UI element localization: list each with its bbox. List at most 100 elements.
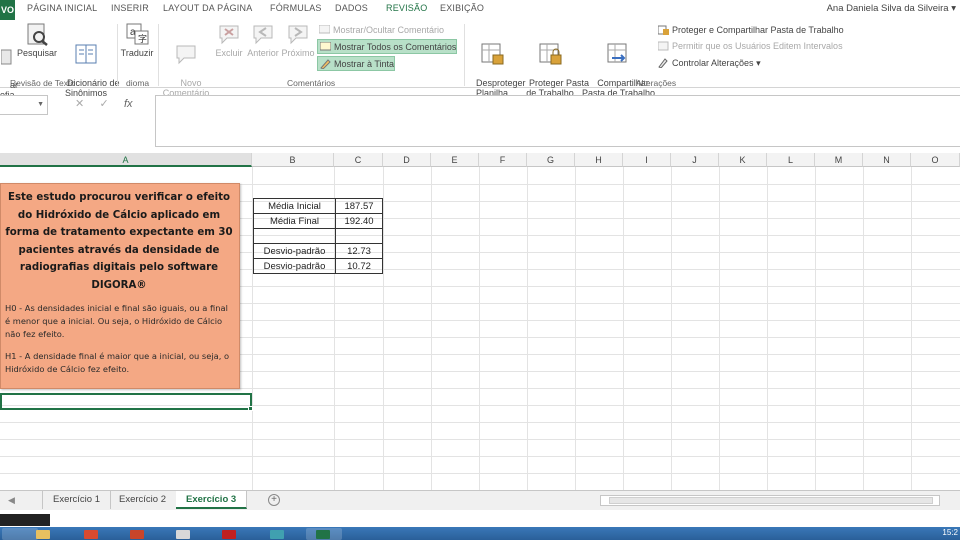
stat-value-cell[interactable]: 187.57 (335, 198, 383, 214)
grid-column-line (815, 167, 816, 490)
name-box[interactable]: ▼ (0, 95, 48, 115)
tab-insert[interactable]: INSERIR (111, 3, 149, 13)
column-header-f[interactable]: F (479, 153, 527, 167)
acrobat-icon[interactable] (222, 530, 236, 539)
protect-share-workbook-button[interactable]: Proteger e Compartilhar Pasta de Trabalh… (656, 23, 844, 38)
column-header-k[interactable]: K (719, 153, 767, 167)
stat-label-cell[interactable]: Desvio-padrão (253, 258, 336, 274)
group-divider (464, 24, 465, 86)
tab-home[interactable]: PÁGINA INICIAL (27, 3, 97, 13)
allow-edit-ranges-icon (658, 41, 669, 51)
column-header-m[interactable]: M (815, 153, 863, 167)
column-header-n[interactable]: N (863, 153, 911, 167)
allow-edit-ranges-button[interactable]: Permitir que os Usuários Editem Interval… (656, 39, 843, 54)
chevron-down-icon[interactable]: ▼ (37, 101, 44, 108)
stat-label-cell[interactable]: Média Inicial (253, 198, 336, 214)
column-header-c[interactable]: C (334, 153, 383, 167)
sheet-nav-icon[interactable]: ◀ (8, 495, 15, 506)
column-header-o[interactable]: O (911, 153, 960, 167)
grid-row-line (0, 439, 960, 440)
stat-label-cell[interactable] (253, 228, 336, 244)
active-cell[interactable] (0, 393, 252, 410)
sheet-tab-exercicio-1[interactable]: Exercício 1 (42, 491, 111, 509)
delete-comment-label: Excluir (215, 48, 243, 58)
column-header-g[interactable]: G (527, 153, 575, 167)
cell-comment[interactable]: Este estudo procurou verificar o efeito … (0, 183, 240, 389)
translate-button[interactable]: a 字 Traduzir (119, 22, 155, 58)
next-comment-label: Próximo (281, 48, 315, 58)
cancel-icon[interactable]: ✕ (75, 98, 84, 110)
translate-icon: a 字 (126, 23, 149, 45)
grid-column-line (623, 167, 624, 490)
comments-group-label: Comentários (287, 78, 336, 88)
table-row (253, 228, 383, 244)
column-header-h[interactable]: H (575, 153, 623, 167)
show-ink-label: Mostrar à Tinta (334, 59, 395, 69)
stat-value-cell[interactable]: 192.40 (335, 213, 383, 229)
insert-function-icon[interactable]: fx (124, 98, 133, 110)
show-hide-comment-button[interactable]: Mostrar/Ocultar Comentário (317, 23, 444, 38)
user-account[interactable]: Ana Daniela Silva da Silveira ▾ (827, 3, 956, 14)
windows-taskbar: 15:2 (0, 527, 960, 540)
start-button[interactable] (2, 528, 38, 540)
chrome-icon[interactable] (84, 530, 98, 539)
column-header-d[interactable]: D (383, 153, 431, 167)
excel-icon[interactable] (316, 530, 330, 539)
next-comment-icon (288, 25, 308, 45)
ribbon-tab-bar: VO PÁGINA INICIAL INSERIR LAYOUT DA PÁGI… (0, 0, 960, 20)
stat-label-cell[interactable]: Média Final (253, 213, 336, 229)
protect-share-label: Proteger e Compartilhar Pasta de Trabalh… (672, 25, 844, 35)
formula-input[interactable] (155, 95, 960, 147)
comment-hypothesis-h0: H0 - As densidades inicial e final são i… (5, 303, 228, 339)
explorer-icon[interactable] (36, 530, 50, 539)
grid-column-line (671, 167, 672, 490)
fill-handle[interactable] (248, 406, 253, 411)
app-icon[interactable] (270, 530, 284, 539)
research-button[interactable]: Pesquisar (17, 22, 57, 58)
sheet-tab-exercicio-3[interactable]: Exercício 3 (176, 491, 248, 509)
tab-data[interactable]: DADOS (335, 3, 368, 13)
show-all-comments-button[interactable]: Mostrar Todos os Comentários (317, 39, 458, 54)
group-divider (117, 24, 118, 86)
tab-view[interactable]: EXIBIÇÃO (440, 3, 484, 13)
comment-title: Este estudo procurou verificar o efeito … (5, 192, 233, 291)
scrollbar-thumb[interactable] (609, 497, 933, 504)
stat-value-cell[interactable] (335, 228, 383, 244)
stat-value-cell[interactable]: 10.72 (335, 258, 383, 274)
grid-column-line (767, 167, 768, 490)
research-label: Pesquisar (17, 48, 58, 58)
tab-page-layout[interactable]: LAYOUT DA PÁGINA (163, 3, 252, 13)
changes-group-label: Alterações (636, 78, 677, 88)
spelling-icon (1, 49, 12, 65)
delete-comment-button[interactable]: Excluir (213, 22, 245, 58)
column-header-l[interactable]: L (767, 153, 815, 167)
track-changes-label: Controlar Alterações (672, 58, 754, 68)
powerpoint-icon[interactable] (130, 530, 144, 539)
horizontal-scrollbar[interactable] (600, 495, 940, 506)
app-icon[interactable] (176, 530, 190, 539)
tab-formulas[interactable]: FÓRMULAS (270, 3, 322, 13)
sheet-tab-exercicio-2[interactable]: Exercício 2 (109, 491, 177, 509)
stat-label-cell[interactable]: Desvio-padrão (253, 243, 336, 259)
column-header-b[interactable]: B (252, 153, 334, 167)
chevron-down-icon: ▾ (756, 58, 761, 68)
add-sheet-button[interactable]: + (268, 494, 280, 506)
table-row: Média Inicial 187.57 (253, 198, 383, 214)
column-header-i[interactable]: I (623, 153, 671, 167)
column-header-j[interactable]: J (671, 153, 719, 167)
grid-column-line (719, 167, 720, 490)
track-changes-button[interactable]: Controlar Alterações ▾ (656, 56, 761, 71)
share-workbook-icon (607, 43, 627, 63)
tab-review[interactable]: REVISÃO (386, 3, 427, 13)
show-ink-button[interactable]: Mostrar à Tinta (317, 56, 396, 71)
column-header-e[interactable]: E (431, 153, 479, 167)
spreadsheet-grid[interactable]: A B C D E F G H I J K L M N O Média Inic… (0, 153, 960, 490)
stat-value-cell[interactable]: 12.73 (335, 243, 383, 259)
previous-comment-button[interactable]: Anterior (245, 22, 281, 58)
next-comment-button[interactable]: Próximo (281, 22, 315, 58)
ribbon-review: ar efia Pesquisar Dicionário de Sinônimo… (0, 20, 960, 100)
column-header-a[interactable]: A (0, 153, 252, 167)
enter-icon[interactable]: ✓ (100, 98, 109, 110)
file-tab[interactable]: VO (0, 0, 15, 20)
grid-column-line (479, 167, 480, 490)
